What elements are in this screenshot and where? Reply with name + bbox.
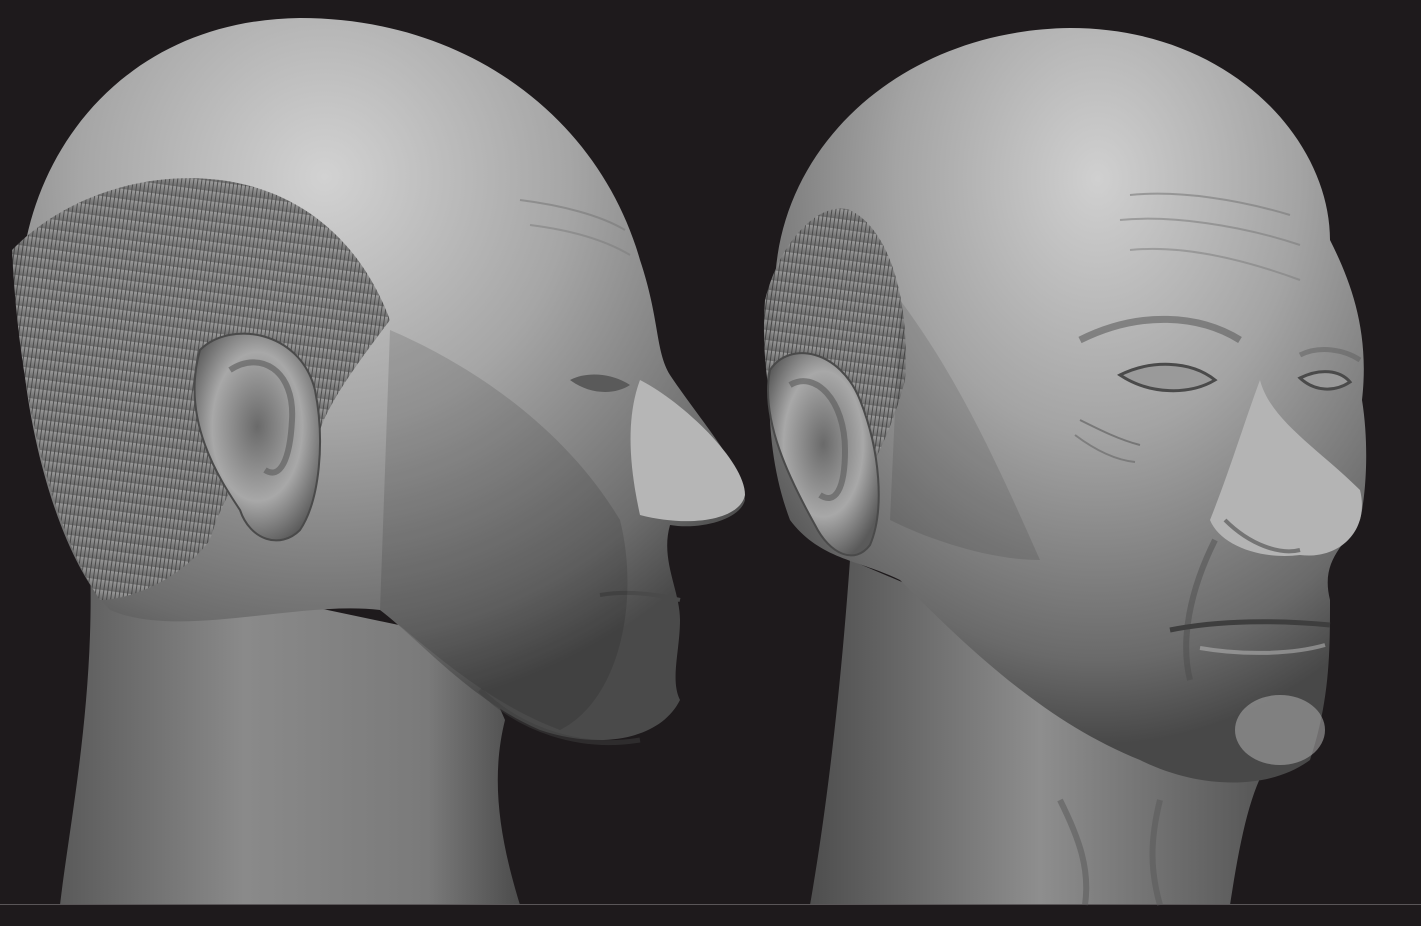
floor-line xyxy=(0,904,1421,905)
bust-three-quarter xyxy=(763,28,1367,906)
bust-profile xyxy=(12,18,745,905)
sculpt-viewport[interactable] xyxy=(0,0,1421,926)
sculpt-render xyxy=(12,18,1367,906)
